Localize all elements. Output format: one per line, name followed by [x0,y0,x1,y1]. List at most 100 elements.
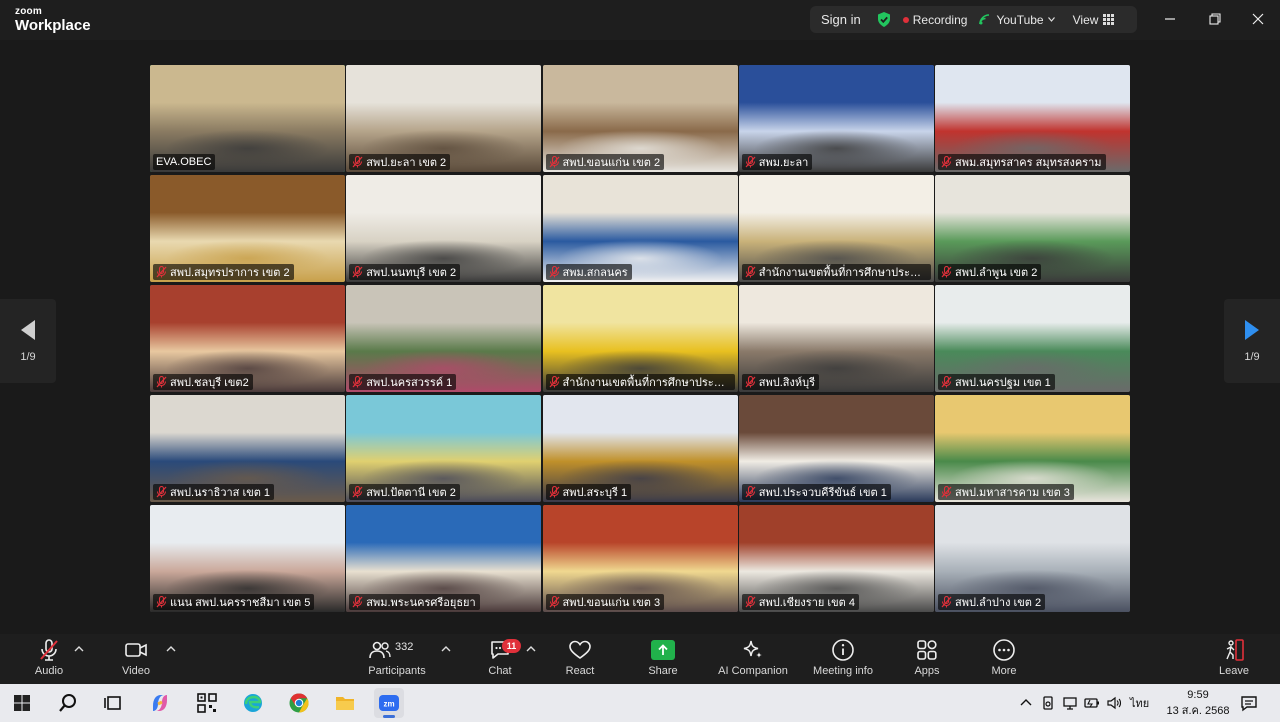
participant-video-tile[interactable]: สพป.สมุทรปราการ เขต 2 [150,175,345,282]
page-indicator-left: 1/9 [20,351,36,363]
microphone-muted-icon [941,266,952,278]
search-button[interactable] [53,688,83,718]
zoom-app[interactable]: zm [374,688,404,718]
video-button[interactable]: Video [117,638,155,682]
participant-video-tile[interactable]: สพป.ยะลา เขต 2 [346,65,542,172]
sign-in-button[interactable]: Sign in [810,6,871,33]
qr-app[interactable] [192,688,222,718]
folder-icon [336,697,354,710]
clock-date: 13 ส.ค. 2568 [1166,705,1230,717]
device-icon[interactable] [1040,695,1056,711]
ai-companion-button[interactable]: AI Companion [714,638,792,682]
notification-center-button[interactable] [1240,684,1258,722]
input-language[interactable]: ไทย [1130,694,1149,712]
battery-icon[interactable] [1084,695,1100,711]
participant-video-tile[interactable]: สพป.ขอนแก่น เขต 3 [542,505,738,612]
participant-video-tile[interactable]: สพป.นครสวรรค์ 1 [346,285,542,392]
participant-name-label: สพม.ยะลา [741,154,813,170]
participant-name-label: สำนักงานเขตพื้นที่การศึกษาประถม... [545,374,735,390]
participant-name-label: สพป.ลำปาง เขต 2 [938,594,1046,610]
copilot-app[interactable] [145,688,175,718]
participant-video-tile[interactable]: สพป.ขอนแก่น เขต 2 [542,65,738,172]
participant-video-tile[interactable]: สพป.นนทบุรี เขต 2 [346,175,542,282]
meeting-toolbar: Audio Video 332 Participants 11 Chat Rea… [0,634,1280,684]
encryption-indicator[interactable] [871,6,897,33]
restore-button[interactable] [1205,10,1225,28]
edge-browser-app[interactable] [238,688,268,718]
participant-video-tile[interactable]: สพป.นครปฐม เขต 1 [935,285,1130,392]
microphone-muted-icon [941,486,952,498]
participant-video-tile[interactable]: สพป.นราธิวาส เขต 1 [150,395,345,502]
share-button[interactable]: Share [643,638,683,682]
audio-button[interactable]: Audio [30,638,68,682]
video-label: Video [122,665,150,677]
status-group: Sign in Recording YouTube View [810,6,1137,33]
apps-button[interactable]: Apps [907,638,947,682]
more-button[interactable]: More [984,638,1024,682]
participant-video-tile[interactable]: สพป.เชียงราย เขต 4 [738,505,934,612]
system-clock[interactable]: 9:59 13 ส.ค. 2568 [1163,687,1233,719]
participant-video-tile[interactable]: สพป.ลำพูน เขต 2 [935,175,1130,282]
participant-name: สำนักงานเขตพื้นที่การศึกษาประถม... [758,267,927,279]
chat-label: Chat [488,665,512,677]
microphone-muted-icon [745,156,756,168]
grid-view-icon [1103,14,1115,25]
participant-video-tile[interactable]: สพม.ยะลา [738,65,934,172]
participant-name: สพม.สมุทรสาคร สมุทรสงคราม [955,157,1102,169]
participant-video-tile[interactable]: สพป.ประจวบคีรีขันธ์ เขต 1 [738,395,934,502]
view-button[interactable]: View [1061,6,1121,33]
participant-video-tile[interactable]: สำนักงานเขตพื้นที่การศึกษาประถม... [738,175,934,282]
microphone-muted-icon [549,266,559,278]
participant-name: สพป.ประจวบคีรีขันธ์ เขต 1 [758,487,887,499]
participant-video-tile[interactable]: สพป.สิงห์บุรี [738,285,934,392]
recording-indicator[interactable]: Recording [897,6,974,33]
participant-video-tile[interactable]: สพป.ลำปาง เขต 2 [935,505,1130,612]
microphone-muted-icon [745,486,756,498]
volume-icon[interactable] [1106,695,1122,711]
microphone-muted-icon [352,266,363,278]
react-button[interactable]: React [560,638,600,682]
task-view-button[interactable] [98,688,128,718]
participant-video-tile[interactable]: สพม.สมุทรสาคร สมุทรสงคราม [935,65,1130,172]
close-button[interactable] [1248,10,1268,28]
meeting-info-button[interactable]: Meeting info [808,638,878,682]
participant-video-tile[interactable]: สพป.ชลบุรี เขต2 [150,285,345,392]
windows-logo-icon [14,695,30,711]
chrome-browser-app[interactable] [284,688,314,718]
participant-video-tile[interactable]: สำนักงานเขตพื้นที่การศึกษาประถม... [542,285,738,392]
participants-options-chevron-icon[interactable] [441,645,451,653]
start-button[interactable] [7,688,37,718]
leave-label: Leave [1219,665,1249,677]
participant-video-tile[interactable]: EVA.OBEC [150,65,345,172]
chat-options-chevron-icon[interactable] [526,645,536,653]
next-page-button[interactable]: 1/9 [1224,299,1280,383]
participant-name-label: สพป.นครปฐม เขต 1 [938,374,1055,390]
participant-video-tile[interactable]: สพป.ปัตตานี เขต 2 [346,395,542,502]
participants-button[interactable]: 332 Participants [367,638,427,682]
participant-video-tile[interactable]: สพม.สกลนคร [542,175,738,282]
participants-icon [369,641,391,659]
microphone-muted-icon [549,486,559,498]
youtube-live-button[interactable]: YouTube [973,6,1060,33]
microphone-muted-icon [156,486,167,498]
video-options-chevron-icon[interactable] [166,645,176,653]
audio-options-chevron-icon[interactable] [74,645,84,653]
previous-page-button[interactable]: 1/9 [0,299,56,383]
video-camera-icon [125,643,147,657]
chat-button[interactable]: 11 Chat [485,638,521,682]
clock-time: 9:59 [1187,689,1209,701]
participant-video-tile[interactable]: สพป.สระบุรี 1 [542,395,738,502]
participant-video-tile[interactable]: สพม.พระนครศรีอยุธยา [346,505,542,612]
network-icon[interactable] [1062,695,1078,711]
microphone-muted-icon [745,266,756,278]
minimize-button[interactable] [1160,10,1180,28]
chevron-up-icon[interactable] [1018,695,1034,711]
leave-button[interactable]: Leave [1214,638,1254,682]
file-explorer-app[interactable] [330,688,360,718]
microphone-muted-icon [745,376,756,388]
participant-video-tile[interactable]: สพป.มหาสารคาม เขต 3 [935,395,1130,502]
leave-door-icon [1226,639,1244,661]
participant-video-tile[interactable]: แนน สพป.นครราชสีมา เขต 5 [150,505,345,612]
participant-name: สพป.มหาสารคาม เขต 3 [955,487,1070,499]
participant-name: สพป.สระบุรี 1 [562,487,628,499]
